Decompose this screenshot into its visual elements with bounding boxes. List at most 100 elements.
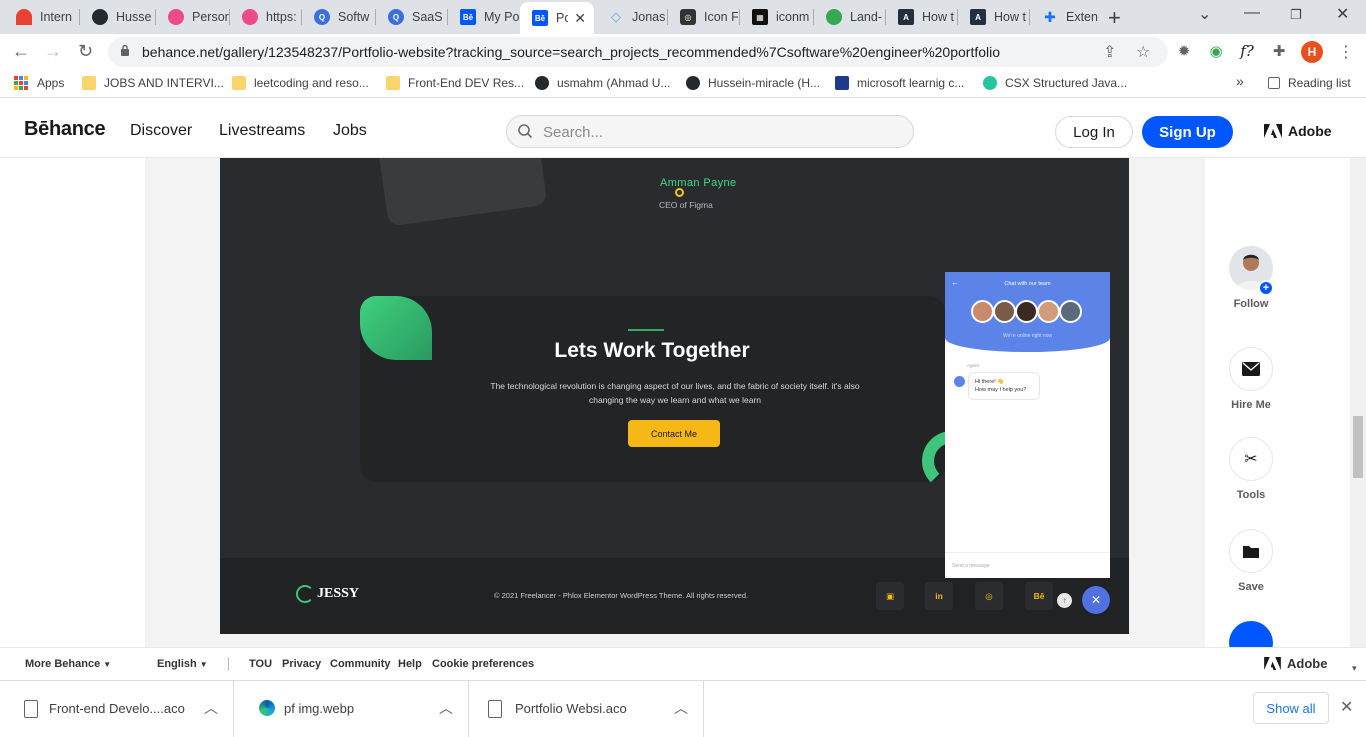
- lock-icon[interactable]: [120, 44, 130, 56]
- footer-adobe-label: Adobe: [1287, 656, 1328, 671]
- download-item[interactable]: Front-end Develo....aco ︿: [0, 681, 234, 737]
- close-tab-icon[interactable]: ✕: [574, 10, 594, 27]
- footer-link-privacy[interactable]: Privacy: [282, 658, 321, 670]
- tab-how-to-2[interactable]: A How t: [958, 0, 1028, 34]
- tab-portfolio-active[interactable]: Bē Po ✕: [520, 2, 594, 34]
- dribbble-icon: [168, 9, 184, 25]
- scrollbar-thumb[interactable]: [1353, 416, 1363, 478]
- behance-header: Bēhance Discover Livestreams Jobs Log In…: [0, 104, 1366, 158]
- signup-button[interactable]: Sign Up: [1142, 116, 1233, 148]
- tab-iconfinder[interactable]: ◎ Icon F: [668, 0, 738, 34]
- chevron-up-icon[interactable]: ︿: [204, 698, 218, 718]
- bug-extension-icon[interactable]: ✹: [1174, 41, 1194, 61]
- avatar: [971, 300, 994, 323]
- follow-plus-icon[interactable]: +: [1258, 280, 1274, 296]
- close-downloads-icon[interactable]: ✕: [1340, 697, 1353, 717]
- hire-me-action[interactable]: Hire Me: [1229, 347, 1273, 411]
- menu-kebab-icon[interactable]: ⋮: [1338, 42, 1354, 62]
- bookmark-leetcoding-folder[interactable]: leetcoding and reso...: [232, 76, 369, 90]
- tab-how-to-1[interactable]: A How t: [886, 0, 956, 34]
- footer-link-cookie-preferences[interactable]: Cookie preferences: [432, 658, 534, 670]
- chat-input-placeholder: Send a message: [945, 552, 1110, 578]
- tab-search-chevron-icon[interactable]: ⌄: [1198, 4, 1211, 24]
- adobe-link[interactable]: Adobe: [1264, 123, 1332, 139]
- bookmark-hussein-miracle[interactable]: Hussein-miracle (H...: [686, 76, 820, 90]
- address-bar[interactable]: behance.net/gallery/123548237/Portfolio-…: [108, 37, 1168, 67]
- reading-list-button[interactable]: Reading list: [1268, 76, 1351, 90]
- tab-label: Softw: [338, 10, 370, 24]
- restore-icon[interactable]: ❐: [1290, 7, 1302, 23]
- nav-livestreams[interactable]: Livestreams: [219, 122, 305, 140]
- tab-saas[interactable]: Q SaaS I: [376, 0, 448, 34]
- download-item[interactable]: Portfolio Websi.aco ︿: [470, 681, 704, 737]
- chat-team-avatars: [971, 300, 1082, 323]
- tab-software[interactable]: Q Softw: [302, 0, 374, 34]
- folder-save-icon[interactable]: [1229, 529, 1273, 573]
- scroll-down-arrow-icon[interactable]: ▾: [1352, 663, 1357, 674]
- bookmark-microsoft-learning[interactable]: microsoft learnig c...: [835, 76, 964, 90]
- show-all-downloads-button[interactable]: Show all: [1253, 692, 1329, 724]
- tools-action[interactable]: ✂ Tools: [1229, 437, 1273, 501]
- share-icon[interactable]: ⇪: [1103, 42, 1116, 62]
- bookmark-csx[interactable]: CSX Structured Java...: [983, 76, 1127, 90]
- tab-land[interactable]: Land-: [814, 0, 884, 34]
- more-bookmarks-icon[interactable]: »: [1236, 73, 1244, 89]
- footer-link-tou[interactable]: TOU: [249, 658, 272, 670]
- more-behance-dropdown[interactable]: More Behance ▼: [25, 658, 111, 670]
- bookmark-frontend-folder[interactable]: Front-End DEV Res...: [386, 76, 524, 90]
- download-name[interactable]: Front-end Develo....aco: [49, 701, 185, 716]
- download-name[interactable]: Portfolio Websi.aco: [515, 701, 627, 716]
- url-text[interactable]: behance.net/gallery/123548237/Portfolio-…: [142, 44, 1000, 60]
- new-tab-icon[interactable]: +: [1108, 5, 1121, 31]
- color-extension-icon[interactable]: ◉: [1206, 41, 1226, 61]
- footer-link-help[interactable]: Help: [398, 658, 422, 670]
- tab-label: How t: [994, 10, 1026, 24]
- language-dropdown[interactable]: English ▼: [157, 658, 208, 670]
- search-input[interactable]: [543, 121, 903, 143]
- tab-jonas[interactable]: ◇ Jonas: [596, 0, 666, 34]
- nav-discover[interactable]: Discover: [130, 122, 192, 140]
- behance-logo[interactable]: Bēhance: [24, 118, 106, 141]
- tools-label[interactable]: Tools: [1219, 489, 1283, 501]
- mail-icon[interactable]: [1229, 347, 1273, 391]
- close-window-icon[interactable]: ✕: [1336, 4, 1349, 24]
- tab-extensions[interactable]: ✚ Exten: [1030, 0, 1098, 34]
- bookmark-apps[interactable]: Apps: [14, 76, 64, 90]
- chevron-up-icon[interactable]: ︿: [439, 698, 453, 718]
- back-icon[interactable]: ←: [12, 41, 30, 62]
- tab-internet[interactable]: Intern: [4, 0, 78, 34]
- minimize-icon[interactable]: —: [1244, 4, 1260, 22]
- save-action[interactable]: Save: [1229, 529, 1273, 593]
- footer-link-community[interactable]: Community: [330, 658, 391, 670]
- chevron-up-icon[interactable]: ︿: [674, 698, 688, 718]
- contact-me-button: Contact Me: [628, 420, 720, 447]
- behance-icon: Bē: [460, 9, 476, 25]
- follow-label[interactable]: Follow: [1219, 298, 1283, 310]
- download-name[interactable]: pf img.webp: [284, 701, 354, 716]
- page-scrollbar[interactable]: [1350, 158, 1366, 647]
- profile-avatar[interactable]: H: [1301, 41, 1323, 63]
- tools-icon[interactable]: ✂: [1229, 437, 1273, 481]
- reload-icon[interactable]: ↻: [78, 41, 93, 62]
- login-button[interactable]: Log In: [1055, 116, 1133, 148]
- tab-label: SaaS I: [412, 10, 448, 24]
- download-item[interactable]: pf img.webp ︿: [235, 681, 469, 737]
- save-label[interactable]: Save: [1219, 581, 1283, 593]
- extensions-puzzle-icon[interactable]: ✚: [1269, 41, 1289, 61]
- jessy-logo: JESSY: [296, 585, 359, 603]
- tab-my-portfolio[interactable]: Bē My Po: [448, 0, 520, 34]
- follow-action[interactable]: + Follow: [1229, 246, 1274, 310]
- tab-github[interactable]: Husse: [80, 0, 154, 34]
- footer-adobe-link[interactable]: Adobe: [1264, 656, 1327, 671]
- tab-dribbble-2[interactable]: https:: [230, 0, 304, 34]
- hire-me-label[interactable]: Hire Me: [1219, 399, 1283, 411]
- bookmark-jobs-folder[interactable]: JOBS AND INTERVI...: [82, 76, 224, 90]
- bookmark-usmahm[interactable]: usmahm (Ahmad U...: [535, 76, 670, 90]
- nav-jobs[interactable]: Jobs: [333, 122, 367, 140]
- bookmark-star-icon[interactable]: ☆: [1136, 42, 1150, 62]
- tab-label: Persor: [192, 10, 229, 24]
- formula-extension-icon[interactable]: f?: [1237, 41, 1257, 61]
- tab-iconmonstr[interactable]: ▦ iconm: [740, 0, 812, 34]
- tab-dribbble[interactable]: Persor: [156, 0, 230, 34]
- forward-icon[interactable]: →: [44, 41, 62, 62]
